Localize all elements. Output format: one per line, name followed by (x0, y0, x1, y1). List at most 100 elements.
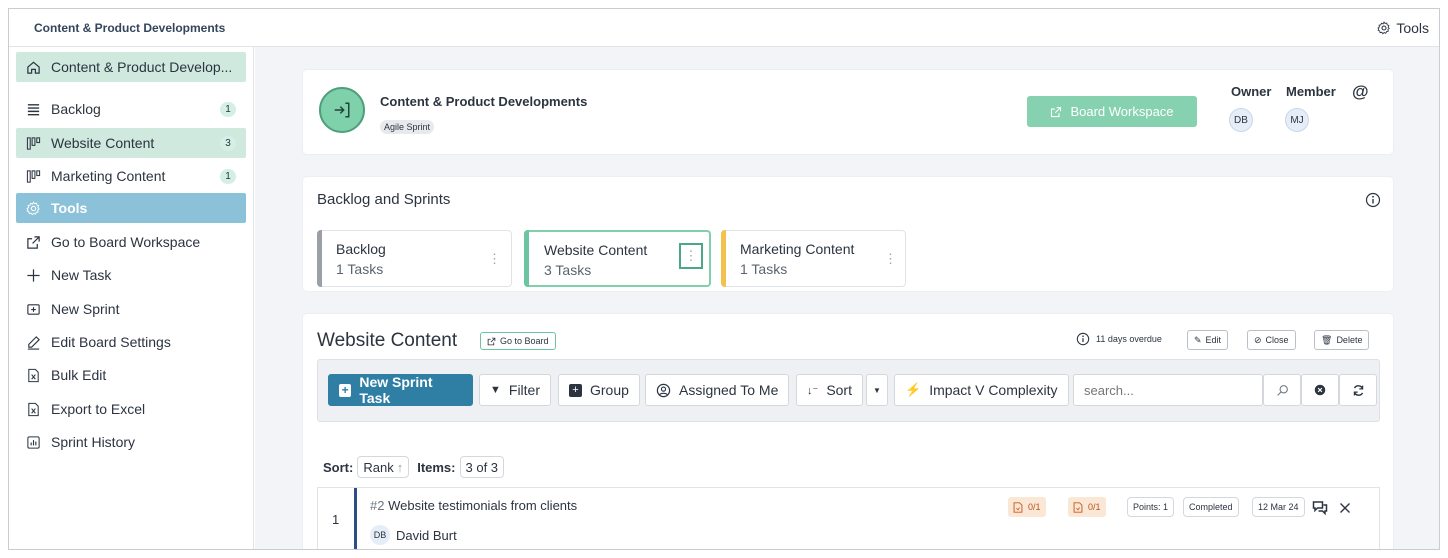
checklist-count: 0/1 (1028, 502, 1041, 512)
close-icon[interactable] (1339, 502, 1351, 514)
sidebar-item-label: Backlog (51, 101, 101, 117)
sprint-color-bar (721, 230, 726, 287)
board-workspace-button[interactable]: Board Workspace (1027, 96, 1197, 127)
checklist-badge-2[interactable]: 0/1 (1068, 497, 1106, 517)
sidebar-item-website-content[interactable]: Website Content 3 (16, 128, 246, 158)
app-window: Content & Product Developments Tools Con… (8, 8, 1440, 550)
task-title-line[interactable]: #2 Website testimonials from clients (370, 498, 577, 513)
ban-icon: ⊘ (1254, 334, 1262, 345)
info-icon (1076, 332, 1090, 346)
sidebar-item-label: Marketing Content (51, 168, 166, 184)
user-circle-icon (656, 383, 671, 397)
sidebar-item-backlog[interactable]: Backlog 1 (16, 94, 246, 124)
sidebar-item-goto-workspace[interactable]: Go to Board Workspace (16, 227, 246, 257)
filter-icon: ▼ (490, 384, 501, 396)
refresh-icon (1353, 384, 1363, 396)
sidebar-item-new-sprint[interactable]: New Sprint (16, 294, 246, 324)
caret-down-icon: ▼ (873, 385, 881, 395)
breadcrumb[interactable]: Content & Product Developments (34, 21, 225, 35)
sort-dropdown-button[interactable]: ▼ (866, 374, 888, 406)
kebab-menu-icon[interactable]: ⋮ (679, 243, 703, 269)
excel-icon (25, 401, 41, 417)
close-sprint-button[interactable]: ⊘ Close (1247, 330, 1296, 350)
sidebar: Content & Product Develop... Backlog 1 W… (9, 47, 254, 549)
delete-sprint-button[interactable]: 🗑 Delete (1314, 330, 1370, 350)
enter-icon (334, 102, 350, 118)
edit-sprint-button[interactable]: ✎ Edit (1187, 330, 1229, 350)
sidebar-item-board-home[interactable]: Content & Product Develop... (16, 52, 246, 82)
sidebar-item-new-task[interactable]: New Task (16, 260, 246, 290)
sprint-name: Backlog (336, 241, 386, 257)
new-sprint-task-button[interactable]: + New Sprint Task (328, 374, 473, 406)
status-chip: Completed (1183, 497, 1239, 517)
kebab-menu-icon[interactable]: ⋮ (884, 251, 897, 267)
mention-button[interactable]: @ (1352, 82, 1369, 102)
kebab-menu-icon[interactable]: ⋮ (488, 251, 501, 267)
overdue-text: 11 days overdue (1096, 334, 1162, 344)
section-title: Backlog and Sprints (317, 191, 451, 208)
pencil-icon: ✎ (1194, 334, 1202, 345)
sidebar-item-sprint-history[interactable]: Sprint History (16, 427, 246, 457)
search-button[interactable] (1263, 374, 1301, 406)
magic-wand-icon: ⚡ (905, 382, 922, 397)
sprint-color-bar (524, 230, 529, 287)
group-button[interactable]: + Group (558, 374, 640, 406)
filter-label: Filter (508, 382, 541, 398)
sort-button[interactable]: ↓⁻ Sort (796, 374, 863, 406)
goto-board-button[interactable]: Go to Board (480, 332, 556, 350)
sidebar-item-tools[interactable]: Tools (16, 193, 246, 223)
board-icon (25, 168, 41, 184)
board-type-tag: Agile Sprint (380, 120, 435, 134)
sidebar-item-export-excel[interactable]: Export to Excel (16, 394, 246, 424)
document-icon (1013, 501, 1023, 513)
task-row[interactable]: 1 #2 Website testimonials from clients D… (317, 487, 1380, 549)
assigned-to-me-button[interactable]: Assigned To Me (645, 374, 790, 406)
checklist-count: 0/1 (1088, 502, 1101, 512)
gear-icon (25, 200, 41, 216)
sprint-card-website-content[interactable]: Website Content 3 Tasks ⋮ (524, 230, 711, 287)
search-input[interactable] (1073, 374, 1263, 406)
comments-icon[interactable] (1312, 500, 1328, 515)
edit-icon (25, 334, 41, 350)
overdue-indicator: 11 days overdue (1076, 332, 1162, 346)
sprint-card-marketing-content[interactable]: Marketing Content 1 Tasks ⋮ (721, 230, 906, 287)
impact-complexity-button[interactable]: ⚡ Impact V Complexity (894, 374, 1069, 406)
external-link-icon (25, 234, 41, 250)
sprint-count: 1 Tasks (336, 261, 384, 277)
assignee-avatar: DB (370, 525, 390, 545)
owner-avatar[interactable]: DB (1229, 108, 1253, 132)
sidebar-item-bulk-edit[interactable]: Bulk Edit (16, 360, 246, 390)
tools-menu[interactable]: Tools (1377, 20, 1429, 36)
sort-items-row: Sort: Rank ↑ Items: 3 of 3 (323, 456, 505, 478)
external-link-icon (487, 337, 496, 345)
trash-icon: 🗑 (1321, 334, 1333, 345)
plus-icon (25, 267, 41, 283)
sidebar-item-marketing-content[interactable]: Marketing Content 1 (16, 161, 246, 191)
workspace-button-label: Board Workspace (1070, 104, 1174, 119)
sort-rank-value: Rank (363, 459, 394, 475)
sprint-title: Website Content (317, 330, 458, 351)
sprint-color-bar (317, 230, 322, 287)
member-avatar[interactable]: MJ (1285, 108, 1309, 132)
board-status-icon[interactable] (319, 87, 365, 133)
assigned-label: Assigned To Me (679, 382, 779, 398)
refresh-button[interactable] (1339, 374, 1377, 406)
task-toolbar: + New Sprint Task ▼ Filter + Group Assig… (317, 359, 1380, 422)
sidebar-item-label: Bulk Edit (51, 367, 107, 383)
checklist-badge-1[interactable]: 0/1 (1008, 497, 1046, 517)
sidebar-item-edit-board-settings[interactable]: Edit Board Settings (16, 327, 246, 357)
group-label: Group (590, 382, 629, 398)
gear-icon (1377, 21, 1391, 35)
sprint-count: 1 Tasks (740, 261, 788, 277)
top-bar: Content & Product Developments Tools (9, 9, 1439, 47)
task-assignee[interactable]: DB David Burt (370, 525, 457, 545)
clear-search-button[interactable] (1301, 374, 1339, 406)
info-icon[interactable] (1365, 192, 1381, 208)
filter-button[interactable]: ▼ Filter (479, 374, 552, 406)
home-icon (25, 59, 41, 75)
sidebar-item-label: Website Content (51, 135, 155, 151)
sidebar-item-label: Tools (51, 200, 88, 216)
sprint-card-backlog[interactable]: Backlog 1 Tasks ⋮ (317, 230, 512, 287)
chart-icon (25, 434, 41, 450)
sort-rank-chip[interactable]: Rank ↑ (357, 456, 410, 478)
